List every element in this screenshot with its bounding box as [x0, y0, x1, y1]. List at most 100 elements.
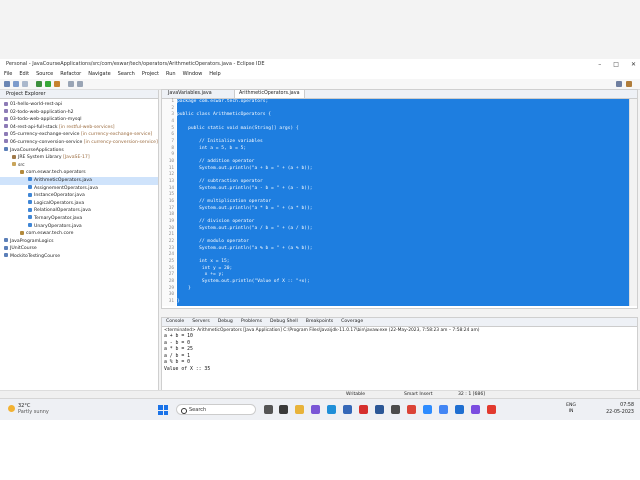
tree-item[interactable]: src — [0, 162, 158, 170]
tab-java-variables[interactable]: JavaVariables.java — [164, 90, 216, 98]
tree-item[interactable]: 05-currency-exchange-service [in currenc… — [0, 131, 158, 139]
menu-edit[interactable]: Edit — [19, 70, 29, 79]
app-icon[interactable] — [487, 405, 496, 414]
chrome-icon[interactable] — [407, 405, 416, 414]
file-explorer-icon[interactable] — [295, 405, 304, 414]
tree-item[interactable]: com.eswar.tech.core — [0, 230, 158, 238]
tree-item-sublabel: [JavaSE-17] — [63, 155, 90, 161]
sun-icon — [8, 405, 15, 412]
close-button[interactable]: ✕ — [631, 59, 636, 70]
weather-widget[interactable]: 32°C Partly sunny — [8, 403, 49, 415]
java-file-icon — [28, 185, 32, 190]
tree-item-label: 02-todo-web-application-h2 — [10, 109, 74, 115]
tree-item[interactable]: InstanceOperator.java — [0, 192, 158, 200]
app-icon[interactable] — [471, 405, 480, 414]
tab-breakpoints[interactable]: Breakpoints — [306, 318, 333, 326]
print-icon[interactable] — [22, 81, 28, 87]
tree-item[interactable]: 06-currency-conversion-service [in curre… — [0, 139, 158, 147]
java-project-icon — [4, 238, 8, 243]
maximize-button[interactable]: □ — [613, 59, 619, 70]
menu-project[interactable]: Project — [142, 70, 159, 79]
tree-item[interactable]: 04-rest-api-full-stack [in restful-web-s… — [0, 124, 158, 132]
tab-debug-shell[interactable]: Debug Shell — [270, 318, 298, 326]
code-line: } — [177, 299, 180, 305]
console-tabs: Console Servers Debug Problems Debug She… — [162, 318, 637, 327]
code-line: public static void main(String[] args) { — [177, 125, 299, 131]
java-perspective-icon[interactable] — [626, 81, 632, 87]
tree-item-selected[interactable]: ArithmeticOperators.java — [0, 176, 158, 185]
code-line: System.out.println("a / b = " + (a / b))… — [177, 225, 313, 231]
new-icon[interactable] — [4, 81, 10, 87]
debug-icon[interactable] — [36, 81, 42, 87]
save-icon[interactable] — [13, 81, 19, 87]
edge-icon[interactable] — [327, 405, 336, 414]
tab-servers[interactable]: Servers — [192, 318, 209, 326]
java-project-icon — [4, 147, 8, 152]
tree-item[interactable]: LogicalOperators.java — [0, 200, 158, 208]
menu-navigate[interactable]: Navigate — [88, 70, 110, 79]
task-view-icon[interactable] — [264, 405, 273, 414]
open-type-icon[interactable] — [68, 81, 74, 87]
tree-item[interactable]: 01-hello-world-rest-api — [0, 101, 158, 109]
obs-icon[interactable] — [391, 405, 400, 414]
language-indicator[interactable]: ENG IN — [566, 403, 576, 414]
tree-item[interactable]: AssignementOperators.java — [0, 185, 158, 193]
console-panel: Console Servers Debug Problems Debug She… — [161, 317, 638, 392]
editor-scrollbar[interactable] — [629, 99, 637, 306]
word-icon[interactable] — [455, 405, 464, 414]
recorder-icon[interactable] — [359, 405, 368, 414]
tree-item[interactable]: JRE System Library [JavaSE-17] — [0, 154, 158, 162]
external-tools-icon[interactable] — [54, 81, 60, 87]
menu-window[interactable]: Window — [183, 70, 203, 79]
run-icon[interactable] — [45, 81, 51, 87]
tree-item-label: com.eswar.tech.operators — [26, 170, 86, 176]
menu-search[interactable]: Search — [118, 70, 135, 79]
eclipse-icon[interactable] — [375, 405, 384, 414]
system-clock[interactable]: 07:58 22-05-2023 — [606, 402, 634, 416]
project-explorer-tab[interactable]: Project Explorer — [0, 90, 158, 99]
tree-item[interactable]: JavaProgramLogics — [0, 238, 158, 246]
language-code: ENG — [566, 403, 576, 408]
tree-item[interactable]: UnaryOperators.java — [0, 223, 158, 231]
tree-item[interactable]: 03-todo-web-application-mysql — [0, 116, 158, 124]
tab-problems[interactable]: Problems — [241, 318, 262, 326]
tree-item-label: JRE System Library — [18, 155, 62, 161]
tree-item[interactable]: 02-todo-web-application-h2 — [0, 109, 158, 117]
tree-item[interactable]: JavaCourseApplications — [0, 147, 158, 155]
line-number-gutter: 1 2 3 4 5 6 7 8 9 10 11 12 13 14 15 16 17 18 19 20 21 22 23 24 2… — [162, 99, 176, 306]
line-number: 3 — [171, 112, 174, 118]
tree-item[interactable]: com.eswar.tech.operators — [0, 169, 158, 177]
zoom-icon[interactable] — [423, 405, 432, 414]
tree-item-label: 05-currency-exchange-service — [10, 132, 80, 138]
menu-run[interactable]: Run — [166, 70, 176, 79]
console-output[interactable]: a + b = 10 a - b = 0a * b = 25 a / b = 1a … — [162, 334, 637, 373]
perspective-icon[interactable] — [616, 81, 622, 87]
project-icon — [4, 124, 8, 129]
store-icon[interactable] — [343, 405, 352, 414]
search-icon[interactable] — [77, 81, 83, 87]
minimize-button[interactable]: – — [598, 59, 601, 70]
package-icon — [20, 230, 24, 235]
desktop-screen: Personal - JavaCourseApplications/src/co… — [0, 0, 640, 420]
tab-debug[interactable]: Debug — [218, 318, 233, 326]
tree-item[interactable]: JUnitCourse — [0, 245, 158, 253]
menu-bar: File Edit Source Refactor Navigate Searc… — [0, 70, 640, 79]
menu-refactor[interactable]: Refactor — [60, 70, 81, 79]
menu-help[interactable]: Help — [209, 70, 220, 79]
camera-app-icon[interactable] — [279, 405, 288, 414]
chrome-profile-icon[interactable] — [439, 405, 448, 414]
start-button[interactable] — [158, 405, 168, 415]
menu-file[interactable]: File — [4, 70, 12, 79]
code-area[interactable]: package com.eswar.tech.operators; public… — [177, 99, 629, 306]
teams-icon[interactable] — [311, 405, 320, 414]
tree-item[interactable]: MockitoTestingCourse — [0, 253, 158, 261]
tree-item[interactable]: RelationalOperators.java — [0, 207, 158, 215]
code-editor: JavaVariables.java ArithmeticOperators.j… — [161, 89, 638, 309]
menu-source[interactable]: Source — [36, 70, 53, 79]
tab-arithmetic-operators[interactable]: ArithmeticOperators.java — [234, 90, 305, 98]
tab-console[interactable]: Console — [166, 318, 184, 326]
tree-item[interactable]: TernaryOperator.java — [0, 215, 158, 223]
taskbar-search[interactable]: Search — [176, 404, 256, 415]
code-line: System.out.println("a + b = " + (a + b))… — [177, 165, 313, 171]
tab-coverage[interactable]: Coverage — [341, 318, 363, 326]
